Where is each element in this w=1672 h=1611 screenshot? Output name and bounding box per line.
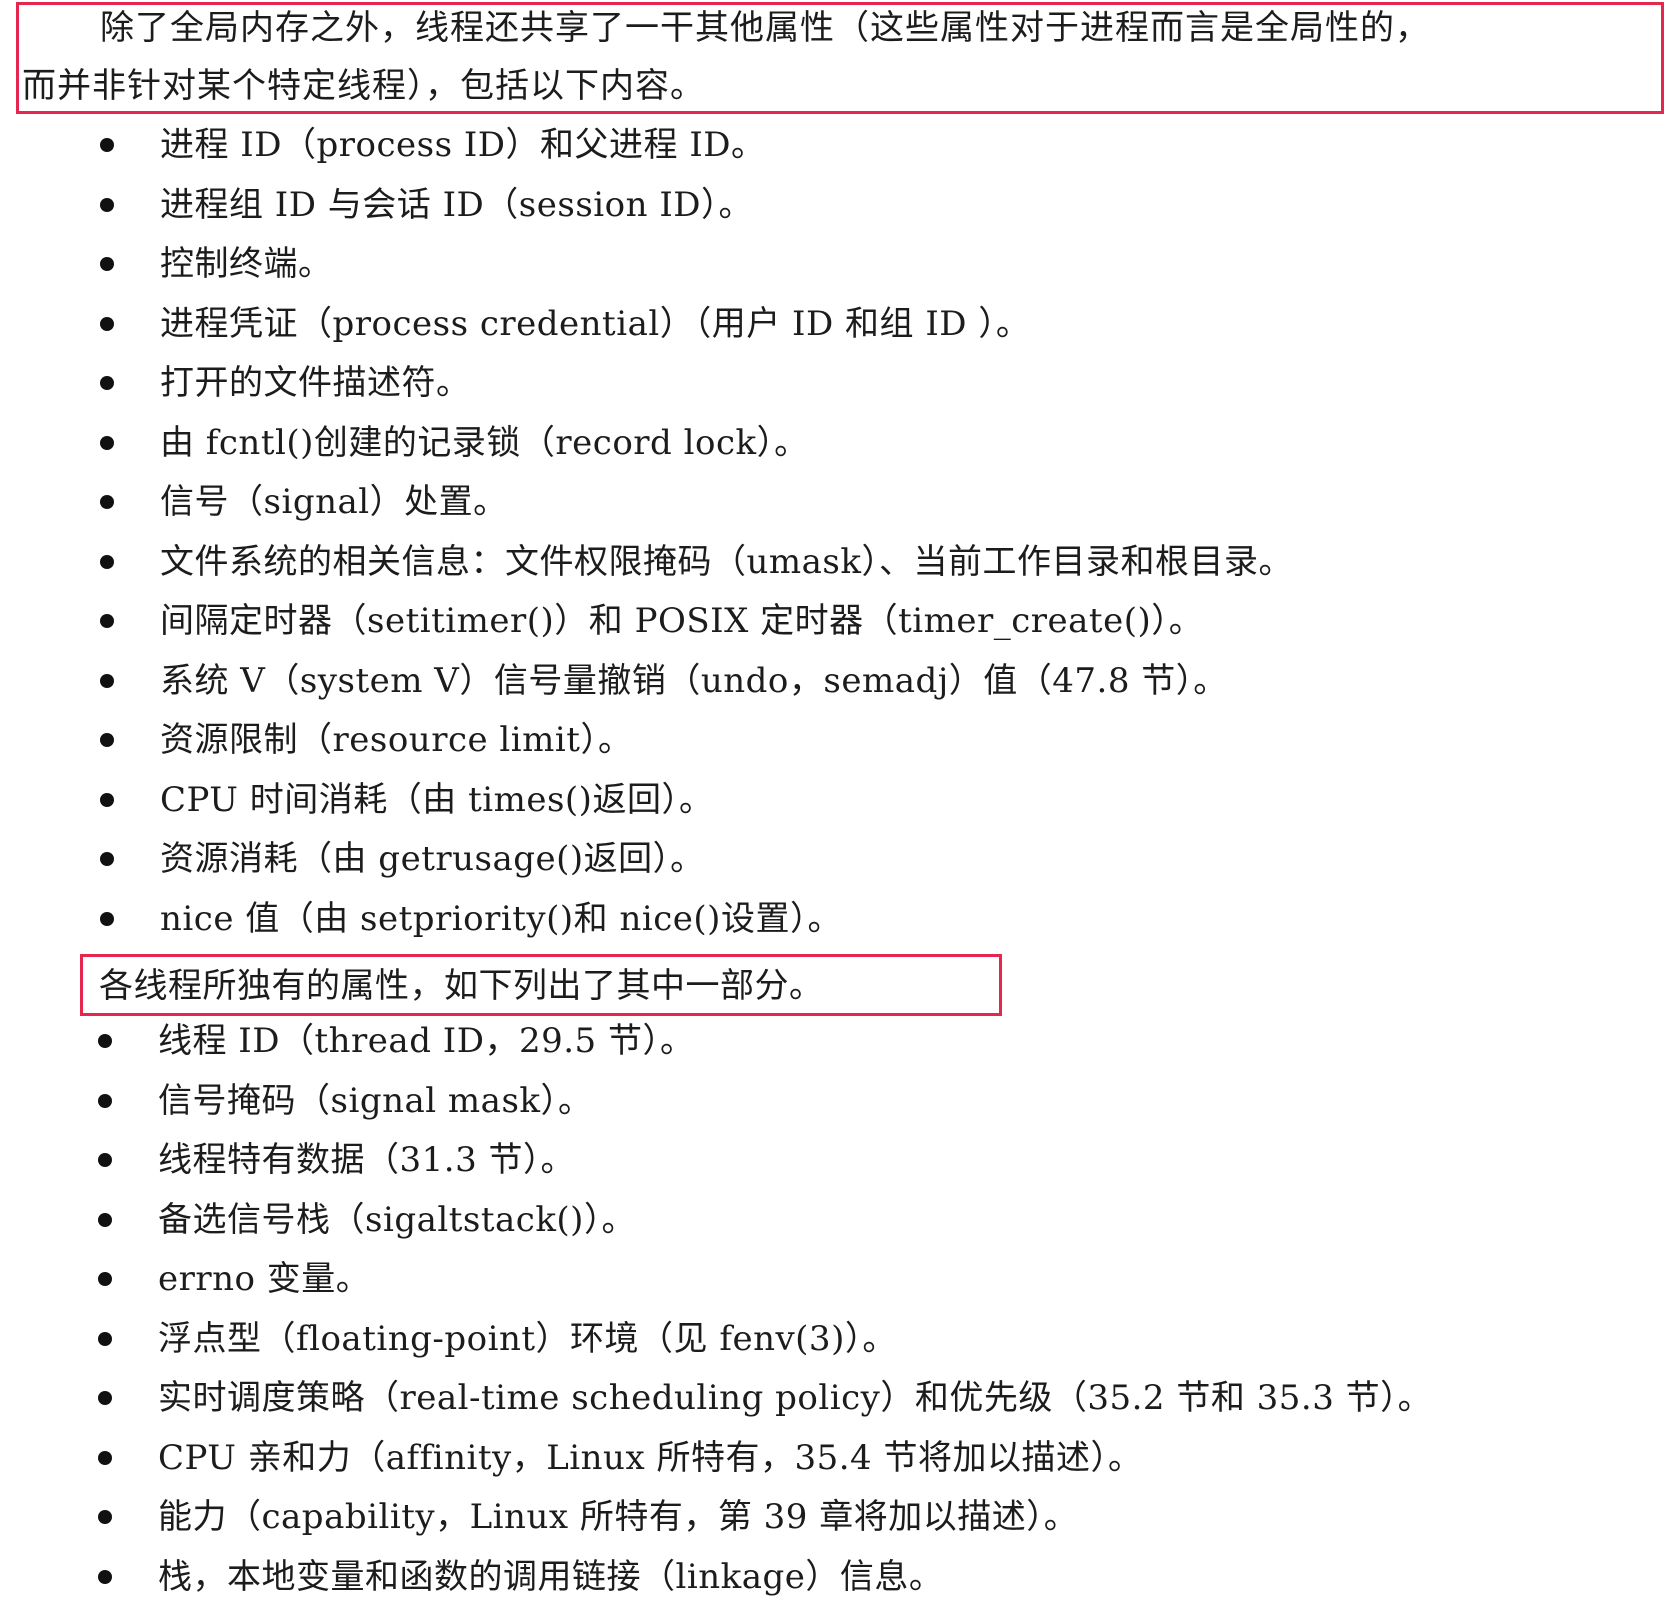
- bullet-icon: [98, 1450, 112, 1465]
- list-item-text: 资源限制（resource limit）。: [160, 720, 633, 760]
- list-item-text: 进程组 ID 与会话 ID（session ID）。: [160, 184, 754, 225]
- list-item-text: 浮点型（floating-point）环境（见 fenv(3)）。: [158, 1318, 897, 1359]
- bullet-icon: [98, 1391, 112, 1405]
- bullet-icon: [98, 1034, 112, 1048]
- bullet-icon: [100, 554, 114, 569]
- list-item-text: 文件系统的相关信息：文件权限掩码（umask）、当前工作目录和根目录。: [160, 541, 1293, 582]
- bullet-icon: [98, 1331, 112, 1346]
- bullet-icon: [100, 316, 114, 331]
- list-item-text: 线程特有数据（31.3 节）。: [158, 1140, 576, 1180]
- bullet-icon: [98, 1093, 112, 1108]
- bullet-icon: [100, 911, 114, 926]
- bullet-icon: [98, 1569, 112, 1584]
- list-item-text: 线程 ID（thread ID，29.5 节）。: [158, 1021, 695, 1061]
- document-page: 除了全局内存之外，线程还共享了一干其他属性（这些属性对于进程而言是全局性的， 而…: [0, 0, 1672, 1608]
- list-item-text: nice 值（由 setpriority()和 nice()设置）。: [160, 898, 842, 939]
- list-item-text: 间隔定时器（setitimer()）和 POSIX 定时器（timer_crea…: [160, 601, 1204, 641]
- bullet-icon: [98, 1153, 112, 1167]
- bullet-icon: [98, 1510, 112, 1524]
- highlight-box-unique-heading: 各线程所独有的属性，如下列出了其中一部分。: [80, 954, 1002, 1016]
- list-item-text: 信号（signal）处置。: [160, 482, 508, 522]
- bullet-icon: [100, 852, 114, 866]
- list-item-text: 进程凭证（process credential）（用户 ID 和组 ID ）。: [160, 303, 1031, 344]
- bullet-icon: [98, 1272, 112, 1286]
- bullet-icon: [100, 673, 114, 688]
- list-item-text: 能力（capability，Linux 所特有，第 39 章将加以描述）。: [158, 1497, 1079, 1537]
- list-item-text: 信号掩码（signal mask）。: [158, 1080, 593, 1121]
- unique-attributes-heading: 各线程所独有的属性，如下列出了其中一部分。: [99, 966, 824, 1006]
- bullet-icon: [100, 376, 114, 390]
- bullet-icon: [100, 197, 114, 212]
- list-item-text: 备选信号栈（sigaltstack()）。: [158, 1199, 636, 1240]
- list-item-text: 由 fcntl()创建的记录锁（record lock）。: [160, 422, 809, 463]
- bullet-icon: [100, 138, 114, 152]
- bullet-icon: [100, 614, 114, 628]
- bullet-icon: [100, 495, 114, 509]
- intro-line-2: 而并非针对某个特定线程），包括以下内容。: [22, 66, 705, 106]
- bullet-icon: [100, 257, 114, 271]
- list-item-text: 实时调度策略（real-time scheduling policy）和优先级（…: [158, 1378, 1433, 1418]
- list-item-text: 控制终端。: [160, 244, 333, 284]
- list-item-text: 进程 ID（process ID）和父进程 ID。: [160, 125, 766, 165]
- bullet-icon: [100, 792, 114, 807]
- bullet-icon: [98, 1212, 112, 1227]
- list-item-text: 系统 V（system V）信号量撤销（undo，semadj）值（47.8 节…: [160, 660, 1228, 701]
- list-item-text: 打开的文件描述符。: [160, 363, 471, 403]
- list-item-text: errno 变量。: [158, 1259, 371, 1299]
- bullet-icon: [100, 733, 114, 747]
- intro-line-1: 除了全局内存之外，线程还共享了一干其他属性（这些属性对于进程而言是全局性的，: [100, 8, 1430, 48]
- list-item-text: CPU 时间消耗（由 times()返回）。: [160, 779, 714, 820]
- list-item-text: 栈，本地变量和函数的调用链接（linkage）信息。: [158, 1556, 944, 1597]
- bullet-icon: [100, 435, 114, 450]
- list-item-text: CPU 亲和力（affinity，Linux 所特有，35.4 节将加以描述）。: [158, 1437, 1143, 1478]
- list-item-text: 资源消耗（由 getrusage()返回）。: [160, 839, 705, 879]
